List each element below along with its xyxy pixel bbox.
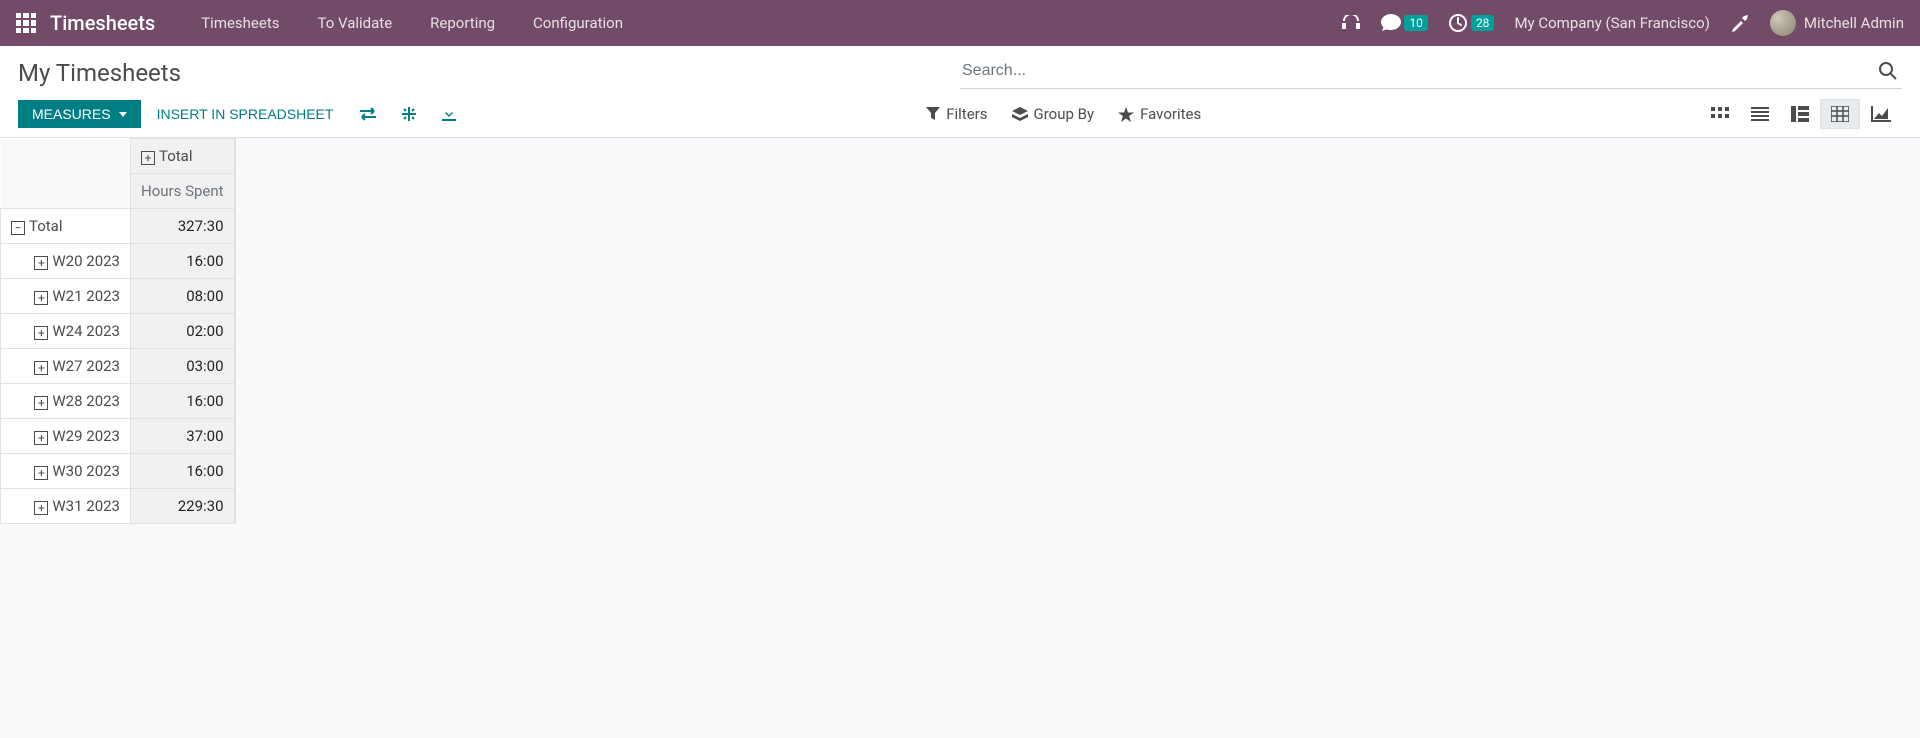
pivot-row[interactable]: +W31 2023: [1, 489, 131, 524]
pivot-cell[interactable]: 16:00: [131, 244, 235, 279]
pivot-cell[interactable]: 37:00: [131, 419, 235, 454]
favorites-button[interactable]: Favorites: [1118, 105, 1201, 123]
pivot-row[interactable]: +W27 2023: [1, 349, 131, 384]
breadcrumb: My Timesheets: [18, 59, 960, 87]
pivot-col-total[interactable]: +Total: [131, 139, 235, 174]
view-kanban-icon[interactable]: [1700, 100, 1740, 128]
filters-button[interactable]: Filters: [926, 105, 987, 123]
download-xlsx-icon[interactable]: [431, 100, 467, 128]
pivot-cell[interactable]: 327:30: [131, 209, 235, 244]
expand-icon[interactable]: +: [34, 291, 48, 305]
pivot-measure[interactable]: Hours Spent: [131, 174, 235, 209]
view-list-icon[interactable]: [1740, 100, 1780, 128]
nav-reporting[interactable]: Reporting: [418, 14, 507, 32]
apps-icon[interactable]: [16, 13, 36, 33]
activities-badge: 28: [1471, 15, 1495, 31]
search-icon[interactable]: [1874, 57, 1902, 85]
caret-down-icon: [119, 112, 127, 117]
view-pivot-icon[interactable]: [1820, 99, 1860, 129]
groupby-button[interactable]: Group By: [1012, 105, 1095, 123]
pivot-cell[interactable]: 229:30: [131, 489, 235, 524]
user-name: Mitchell Admin: [1804, 14, 1904, 32]
pivot-corner: [1, 174, 131, 209]
control-panel: My Timesheets Measures Insert in Spreads…: [0, 46, 1920, 138]
insert-spreadsheet-button[interactable]: Insert in Spreadsheet: [145, 100, 346, 128]
pivot-table: +Total Hours Spent −Total327:30+W20 2023…: [0, 138, 235, 524]
measures-label: Measures: [32, 106, 111, 122]
avatar: [1770, 10, 1796, 36]
expand-all-icon[interactable]: [391, 100, 427, 128]
expand-icon[interactable]: +: [34, 431, 48, 445]
expand-icon[interactable]: +: [34, 396, 48, 410]
expand-icon[interactable]: +: [141, 151, 155, 165]
view-grid-icon[interactable]: [1780, 99, 1820, 129]
view-switcher: [1700, 99, 1902, 129]
pivot-row-total[interactable]: −Total: [1, 209, 131, 244]
expand-icon[interactable]: +: [34, 326, 48, 340]
main-navbar: Timesheets Timesheets To Validate Report…: [0, 0, 1920, 46]
nav-to-validate[interactable]: To Validate: [306, 14, 405, 32]
expand-icon[interactable]: +: [34, 501, 48, 515]
messages-badge: 10: [1404, 15, 1428, 31]
support-icon[interactable]: [1341, 15, 1361, 31]
expand-icon[interactable]: +: [34, 361, 48, 375]
user-menu[interactable]: Mitchell Admin: [1770, 10, 1904, 36]
pivot-row[interactable]: +W24 2023: [1, 314, 131, 349]
company-switcher[interactable]: My Company (San Francisco): [1514, 14, 1709, 32]
star-icon: [1118, 107, 1134, 122]
pivot-cell[interactable]: 02:00: [131, 314, 235, 349]
pivot-row[interactable]: +W20 2023: [1, 244, 131, 279]
pivot-cell[interactable]: 08:00: [131, 279, 235, 314]
search-bar[interactable]: [960, 56, 1902, 89]
pivot-cell[interactable]: 03:00: [131, 349, 235, 384]
pivot-row[interactable]: +W29 2023: [1, 419, 131, 454]
pivot-corner: [1, 139, 131, 174]
layers-icon: [1012, 107, 1028, 121]
app-brand[interactable]: Timesheets: [50, 11, 155, 35]
pivot-row[interactable]: +W21 2023: [1, 279, 131, 314]
expand-icon[interactable]: +: [34, 256, 48, 270]
search-input[interactable]: [960, 56, 1874, 86]
nav-configuration[interactable]: Configuration: [521, 14, 635, 32]
messages-icon[interactable]: 10: [1381, 14, 1428, 32]
pivot-row[interactable]: +W30 2023: [1, 454, 131, 489]
pivot-cell[interactable]: 16:00: [131, 384, 235, 419]
activities-icon[interactable]: 28: [1448, 13, 1495, 33]
pivot-area: +Total Hours Spent −Total327:30+W20 2023…: [0, 138, 1920, 528]
view-graph-icon[interactable]: [1860, 99, 1902, 129]
collapse-icon[interactable]: −: [11, 221, 25, 235]
pivot-row[interactable]: +W28 2023: [1, 384, 131, 419]
filter-icon: [926, 107, 940, 121]
expand-icon[interactable]: +: [34, 466, 48, 480]
nav-timesheets[interactable]: Timesheets: [189, 14, 291, 32]
measures-button[interactable]: Measures: [18, 100, 141, 128]
flip-axis-icon[interactable]: [349, 101, 387, 127]
pivot-cell[interactable]: 16:00: [131, 454, 235, 489]
debug-icon[interactable]: [1730, 13, 1750, 33]
